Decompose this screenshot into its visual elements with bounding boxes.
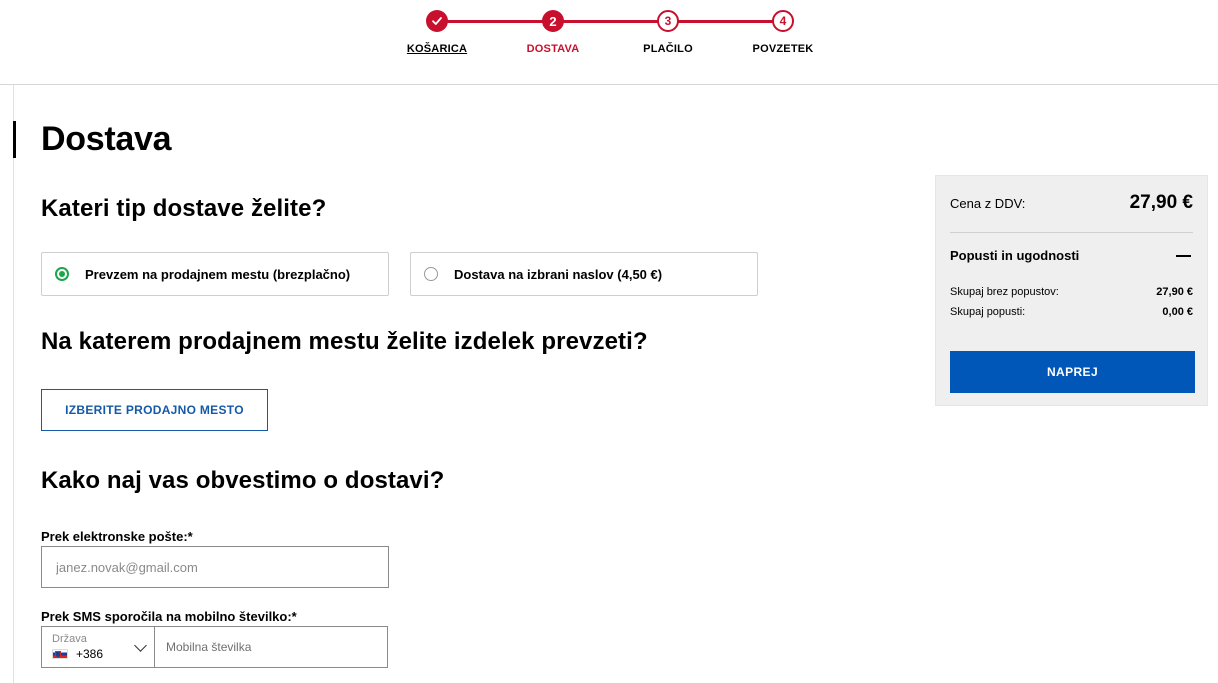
page-title: Dostava [41,120,172,158]
phone-input-group: Država +386 [41,626,388,668]
step-1-check-icon[interactable] [426,10,448,32]
delivery-option-address[interactable]: Dostava na izbrani naslov (4,50 €) [410,252,758,296]
stepper-progress-line [437,20,783,23]
mobile-number-field[interactable] [155,627,387,667]
step-label-payment: PLAČILO [643,43,693,55]
country-code-select[interactable]: Država +386 [42,627,155,667]
left-divider [13,85,14,683]
discounts-title: Popusti in ugodnosti [950,248,1080,263]
email-label: Prek elektronske pošte:* [41,529,193,544]
notification-heading: Kako naj vas obvestimo o dostavi? [41,467,445,494]
sms-label: Prek SMS sporočila na mobilno številko:* [41,609,297,624]
subtotal-value: 27,90 € [1156,286,1193,298]
summary-divider [950,232,1193,233]
checkout-stepper: KOŠARICA 2 DOSTAVA 3 PLAČILO 4 POVZETEK [0,0,1218,85]
summary-line-discounts: Skupaj popusti: 0,00 € [950,306,1193,318]
step-2-circle: 2 [542,10,564,32]
order-summary-panel: Cena z DDV: 27,90 € Popusti in ugodnosti… [935,175,1208,406]
next-button[interactable]: NAPREJ [950,351,1195,393]
delivery-option-pickup[interactable]: Prevzem na prodajnem mestu (brezplačno) [41,252,389,296]
slovenia-flag-icon [52,649,68,659]
summary-line-subtotal: Skupaj brez popustov: 27,90 € [950,286,1193,298]
discounts-value: 0,00 € [1162,306,1193,318]
country-caption: Država [52,633,87,645]
delivery-option-pickup-label: Prevzem na prodajnem mestu (brezplačno) [85,266,351,282]
step-3-circle: 3 [657,10,679,32]
email-field[interactable] [41,546,389,588]
price-label: Cena z DDV: [950,195,1026,211]
select-store-button[interactable]: IZBERITE PRODAJNO MESTO [41,389,268,431]
delivery-type-heading: Kateri tip dostave želite? [41,195,327,222]
step-label-summary: POVZETEK [752,43,814,55]
collapse-minus-icon[interactable] [1176,254,1191,257]
price-value: 27,90 € [1129,192,1193,213]
delivery-option-address-label: Dostava na izbrani naslov (4,50 €) [454,266,663,282]
radio-checked-icon[interactable] [55,267,69,281]
title-accent-bar [13,121,16,158]
discounts-label: Skupaj popusti: [950,306,1026,318]
pickup-location-heading: Na katerem prodajnem mestu želite izdele… [41,328,648,355]
radio-unchecked-icon[interactable] [424,267,438,281]
step-label-cart[interactable]: KOŠARICA [407,43,467,55]
check-icon [432,17,442,25]
subtotal-label: Skupaj brez popustov: [950,286,1059,298]
country-code-value: +386 [76,647,104,661]
step-label-delivery: DOSTAVA [526,43,580,55]
step-4-circle: 4 [772,10,794,32]
